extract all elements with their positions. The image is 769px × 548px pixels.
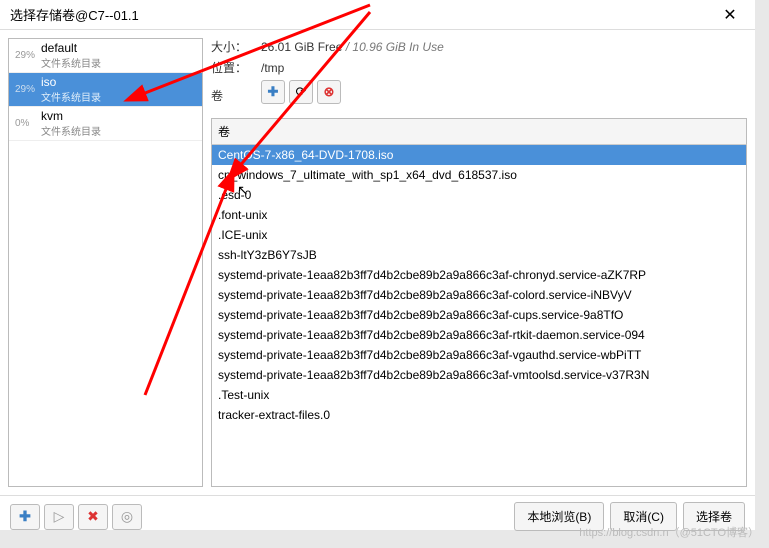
pool-percent: 0% — [15, 118, 41, 129]
volume-toolbar: ✚ ⟳ ⊗ — [261, 80, 341, 104]
delete-pool-button[interactable]: ✖ — [78, 504, 108, 530]
pool-name: default — [41, 41, 196, 55]
title-bar: 选择存储卷@C7--01.1 ✕ — [0, 0, 755, 30]
refresh-button[interactable]: ⟳ — [289, 80, 313, 104]
size-label: 大小： — [211, 38, 261, 55]
volume-item[interactable]: .ICE-unix — [212, 225, 746, 245]
volume-list: CentOS-7-x86_64-DVD-1708.isocn_windows_7… — [211, 145, 747, 487]
volume-item[interactable]: .Test-unix — [212, 385, 746, 405]
pool-type: 文件系统目录 — [41, 55, 196, 70]
pool-info: iso文件系统目录 — [41, 75, 196, 104]
pool-settings-button[interactable]: ◎ — [112, 504, 142, 530]
add-volume-button[interactable]: ✚ — [261, 80, 285, 104]
pool-list: 29%default文件系统目录29%iso文件系统目录0%kvm文件系统目录 — [9, 39, 202, 486]
pool-percent: 29% — [15, 50, 41, 61]
volume-item[interactable]: systemd-private-1eaa82b3ff7d4b2cbe89b2a9… — [212, 305, 746, 325]
volume-item[interactable]: cn_windows_7_ultimate_with_sp1_x64_dvd_6… — [212, 165, 746, 185]
location-value: /tmp — [261, 61, 284, 75]
pool-item[interactable]: 29%default文件系统目录 — [9, 39, 202, 73]
size-used: 10.96 GiB In Use — [352, 40, 443, 54]
close-button[interactable]: ✕ — [715, 5, 745, 25]
volume-item[interactable]: systemd-private-1eaa82b3ff7d4b2cbe89b2a9… — [212, 365, 746, 385]
window-title: 选择存储卷@C7--01.1 — [10, 5, 715, 24]
main-area: 29%default文件系统目录29%iso文件系统目录0%kvm文件系统目录 … — [0, 30, 755, 495]
pool-item[interactable]: 0%kvm文件系统目录 — [9, 107, 202, 141]
add-pool-button[interactable]: ✚ — [10, 504, 40, 530]
pool-type: 文件系统目录 — [41, 89, 196, 104]
volume-column-header[interactable]: 卷 — [211, 118, 747, 145]
start-pool-button[interactable]: ▷ — [44, 504, 74, 530]
watermark: https://blog.csdn.n（@51CTO博客） — [579, 524, 759, 540]
pool-type: 文件系统目录 — [41, 123, 196, 138]
footer-left: ✚ ▷ ✖ ◎ — [10, 504, 142, 530]
volume-item[interactable]: .font-unix — [212, 205, 746, 225]
volume-item[interactable]: CentOS-7-x86_64-DVD-1708.iso — [212, 145, 746, 165]
location-label: 位置： — [211, 59, 261, 76]
volume-item[interactable]: .esd-0 — [212, 185, 746, 205]
volume-item[interactable]: tracker-extract-files.0 — [212, 405, 746, 425]
volume-label: 卷 — [211, 87, 261, 104]
dialog-window: 选择存储卷@C7--01.1 ✕ 29%default文件系统目录29%iso文… — [0, 0, 755, 530]
pool-percent: 29% — [15, 84, 41, 95]
volume-panel: 大小： 26.01 GiB Free / 10.96 GiB In Use 位置… — [211, 38, 747, 487]
volume-item[interactable]: systemd-private-1eaa82b3ff7d4b2cbe89b2a9… — [212, 265, 746, 285]
info-section: 大小： 26.01 GiB Free / 10.96 GiB In Use 位置… — [211, 38, 747, 114]
pool-name: kvm — [41, 109, 196, 123]
volume-item[interactable]: ssh-ltY3zB6Y7sJB — [212, 245, 746, 265]
pool-info: default文件系统目录 — [41, 41, 196, 70]
volume-item[interactable]: systemd-private-1eaa82b3ff7d4b2cbe89b2a9… — [212, 285, 746, 305]
size-value: 26.01 GiB Free / 10.96 GiB In Use — [261, 40, 444, 54]
pool-item[interactable]: 29%iso文件系统目录 — [9, 73, 202, 107]
pool-name: iso — [41, 75, 196, 89]
size-free: 26.01 GiB Free — [261, 40, 342, 54]
volume-item[interactable]: systemd-private-1eaa82b3ff7d4b2cbe89b2a9… — [212, 325, 746, 345]
delete-volume-button[interactable]: ⊗ — [317, 80, 341, 104]
size-sep: / — [342, 40, 352, 54]
volume-item[interactable]: systemd-private-1eaa82b3ff7d4b2cbe89b2a9… — [212, 345, 746, 365]
pool-info: kvm文件系统目录 — [41, 109, 196, 138]
storage-pool-panel: 29%default文件系统目录29%iso文件系统目录0%kvm文件系统目录 — [8, 38, 203, 487]
